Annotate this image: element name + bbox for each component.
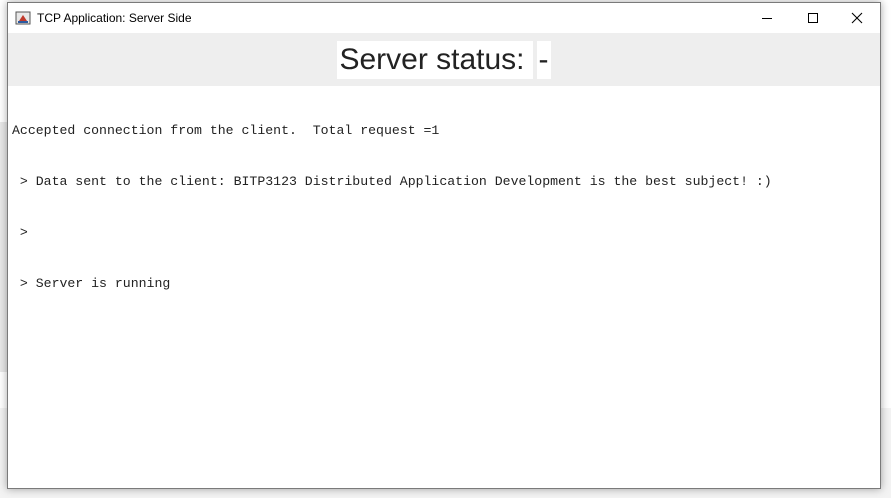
maximize-button[interactable] <box>790 3 836 33</box>
log-line: > <box>12 225 28 240</box>
status-panel: Server status: - <box>8 33 880 86</box>
window-content: Server status: - Accepted connection fro… <box>8 33 880 488</box>
minimize-button[interactable] <box>744 3 790 33</box>
maximize-icon <box>808 13 818 23</box>
title-bar[interactable]: TCP Application: Server Side <box>8 3 880 33</box>
server-status-label: Server status: <box>337 40 533 79</box>
log-line: > Data sent to the client: BITP3123 Dist… <box>12 174 772 189</box>
close-button[interactable] <box>834 3 880 33</box>
server-status-value: - <box>536 40 551 79</box>
close-icon <box>851 12 863 24</box>
log-line: > Server is running <box>12 276 171 291</box>
log-line: Accepted connection from the client. Tot… <box>12 123 440 138</box>
server-log-textarea[interactable]: Accepted connection from the client. Tot… <box>12 90 876 482</box>
minimize-icon <box>762 18 772 19</box>
server-window: TCP Application: Server Side Server stat… <box>7 2 881 489</box>
window-title: TCP Application: Server Side <box>37 11 192 25</box>
java-app-icon <box>15 11 31 25</box>
